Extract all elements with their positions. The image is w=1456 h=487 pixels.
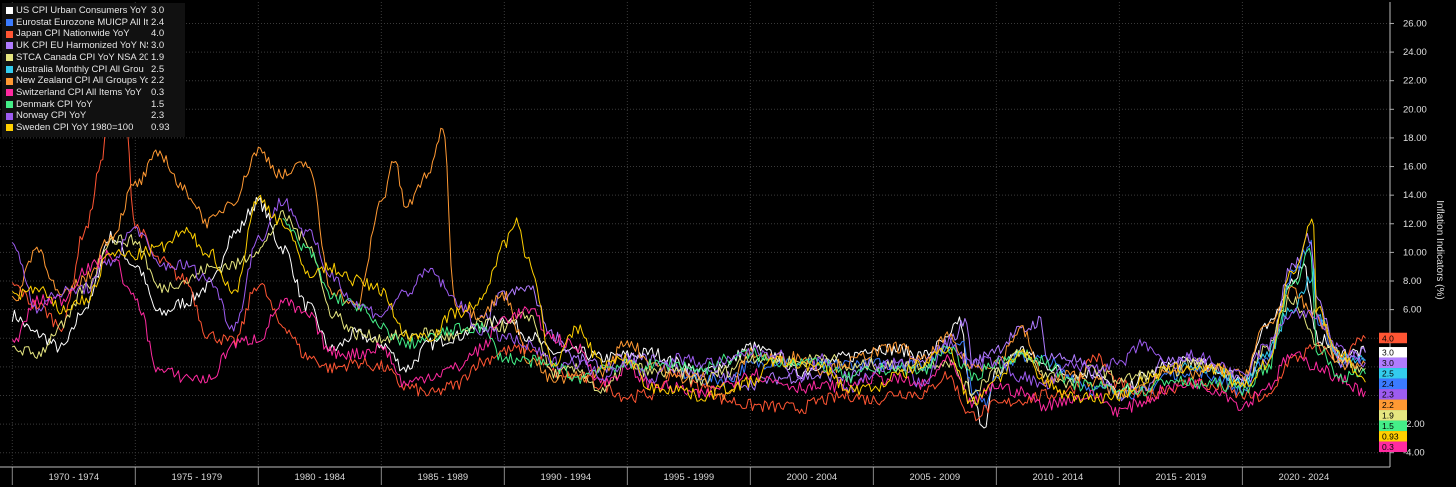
- y-tick-label: 8.00: [1403, 276, 1422, 287]
- legend-last-value: 1.9: [151, 51, 165, 63]
- legend-item: Denmark CPI YoY 1.5: [6, 99, 179, 111]
- legend-swatch: [6, 112, 13, 120]
- legend-series-name: Sweden CPI YoY 1980=100: [16, 122, 134, 134]
- legend-swatch: [6, 124, 13, 132]
- y-tick-label: 24.00: [1403, 47, 1427, 58]
- legend-series-name: US CPI Urban Consumers YoY NSA: [16, 5, 148, 16]
- legend-swatch: [6, 65, 13, 73]
- legend-series-name: Denmark CPI YoY: [16, 98, 93, 110]
- legend-series-name: New Zealand CPI All Groups YoY: [16, 75, 148, 87]
- y-tick-label: 6.00: [1403, 305, 1422, 316]
- legend-swatch: [6, 77, 13, 85]
- legend-item: Switzerland CPI All Items YoY 0.3: [6, 87, 179, 99]
- legend-series-name: Australia Monthly CPI All Grou: [16, 63, 144, 75]
- legend-last-value: 2.5: [151, 63, 165, 75]
- legend-series-name: Eurostat Eurozone MUICP All It: [16, 16, 148, 28]
- y-axis-label: Inflation Indicators (%): [1434, 200, 1445, 300]
- legend-item: Sweden CPI YoY 1980=100 0.93: [6, 122, 179, 134]
- legend-swatch: [6, 19, 13, 27]
- y-tick-label: 14.00: [1403, 190, 1427, 201]
- legend-series-name: STCA Canada CPI YoY NSA 2002=1: [16, 51, 148, 63]
- legend-item: Eurostat Eurozone MUICP All It 2.4: [6, 17, 179, 29]
- y-tick-label: 10.00: [1403, 247, 1427, 258]
- last-value-label: 0.93: [1382, 432, 1399, 442]
- last-value-label: 1.5: [1382, 421, 1394, 431]
- x-tick-label: 2000 - 2004: [786, 472, 837, 483]
- x-tick-label: 1980 - 1984: [294, 472, 345, 483]
- legend-last-value: 1.5: [151, 98, 165, 110]
- legend-item: US CPI Urban Consumers YoY NSA3.0: [6, 5, 179, 17]
- y-tick-label: 18.00: [1403, 133, 1427, 144]
- legend-swatch: [6, 54, 13, 62]
- legend-last-value: 4.0: [151, 28, 165, 40]
- legend-series-name: Japan CPI Nationwide YoY: [16, 28, 130, 40]
- legend-series-name: UK CPI EU Harmonized YoY NSA: [16, 40, 148, 52]
- legend-swatch: [6, 7, 13, 15]
- legend: US CPI Urban Consumers YoY NSA3.0Eurosta…: [2, 3, 185, 137]
- legend-series-name: Norway CPI YoY: [16, 110, 87, 122]
- last-value-label: 0.3: [1382, 442, 1394, 452]
- y-tick-label: 26.00: [1403, 18, 1427, 29]
- line-chart: -4.00-2.006.008.0010.0012.0014.0016.0018…: [0, 0, 1456, 487]
- x-tick-label: 2020 - 2024: [1279, 472, 1330, 483]
- x-tick-label: 2010 - 2014: [1033, 472, 1084, 483]
- legend-last-value: 2.2: [151, 75, 165, 87]
- legend-item: New Zealand CPI All Groups YoY 2.2: [6, 75, 179, 87]
- last-value-tags: 4.03.03.02.52.42.32.21.91.50.930.3: [1379, 332, 1407, 452]
- legend-swatch: [6, 30, 13, 38]
- last-value-label: 2.2: [1382, 400, 1394, 410]
- legend-last-value: 0.93: [151, 122, 170, 134]
- legend-last-value: 2.4: [151, 16, 165, 28]
- x-tick-label: 1990 - 1994: [540, 472, 591, 483]
- y-tick-label: 12.00: [1403, 219, 1427, 230]
- x-tick-label: 2015 - 2019: [1156, 472, 1207, 483]
- last-value-label: 2.4: [1382, 379, 1394, 389]
- legend-item: Norway CPI YoY 2.3: [6, 110, 179, 122]
- last-value-label: 4.0: [1382, 333, 1394, 343]
- last-value-label: 3.0: [1382, 358, 1394, 368]
- y-tick-label: 16.00: [1403, 162, 1427, 173]
- legend-last-value: 2.3: [151, 110, 165, 122]
- x-tick-label: 1975 - 1979: [171, 472, 222, 483]
- legend-last-value: 3.0: [151, 40, 165, 52]
- y-tick-label: 22.00: [1403, 76, 1427, 87]
- x-tick-label: 1970 - 1974: [48, 472, 99, 483]
- last-value-label: 2.3: [1382, 390, 1394, 400]
- legend-item: STCA Canada CPI YoY NSA 2002=11.9: [6, 52, 179, 64]
- legend-item: Australia Monthly CPI All Grou 2.5: [6, 64, 179, 76]
- y-tick-label: 20.00: [1403, 104, 1427, 115]
- legend-last-value: 0.3: [151, 86, 165, 98]
- last-value-label: 3.0: [1382, 348, 1394, 358]
- legend-swatch: [6, 42, 13, 50]
- legend-item: UK CPI EU Harmonized YoY NSA 3.0: [6, 40, 179, 52]
- legend-last-value: 3.0: [151, 5, 165, 16]
- legend-swatch: [6, 89, 13, 97]
- last-value-label: 1.9: [1382, 411, 1394, 421]
- legend-item: Japan CPI Nationwide YoY 4.0: [6, 28, 179, 40]
- x-tick-label: 1985 - 1989: [417, 472, 468, 483]
- x-tick-label: 2005 - 2009: [910, 472, 961, 483]
- x-tick-label: 1995 - 1999: [663, 472, 714, 483]
- last-value-label: 2.5: [1382, 369, 1394, 379]
- legend-swatch: [6, 100, 13, 108]
- legend-series-name: Switzerland CPI All Items YoY: [16, 86, 142, 98]
